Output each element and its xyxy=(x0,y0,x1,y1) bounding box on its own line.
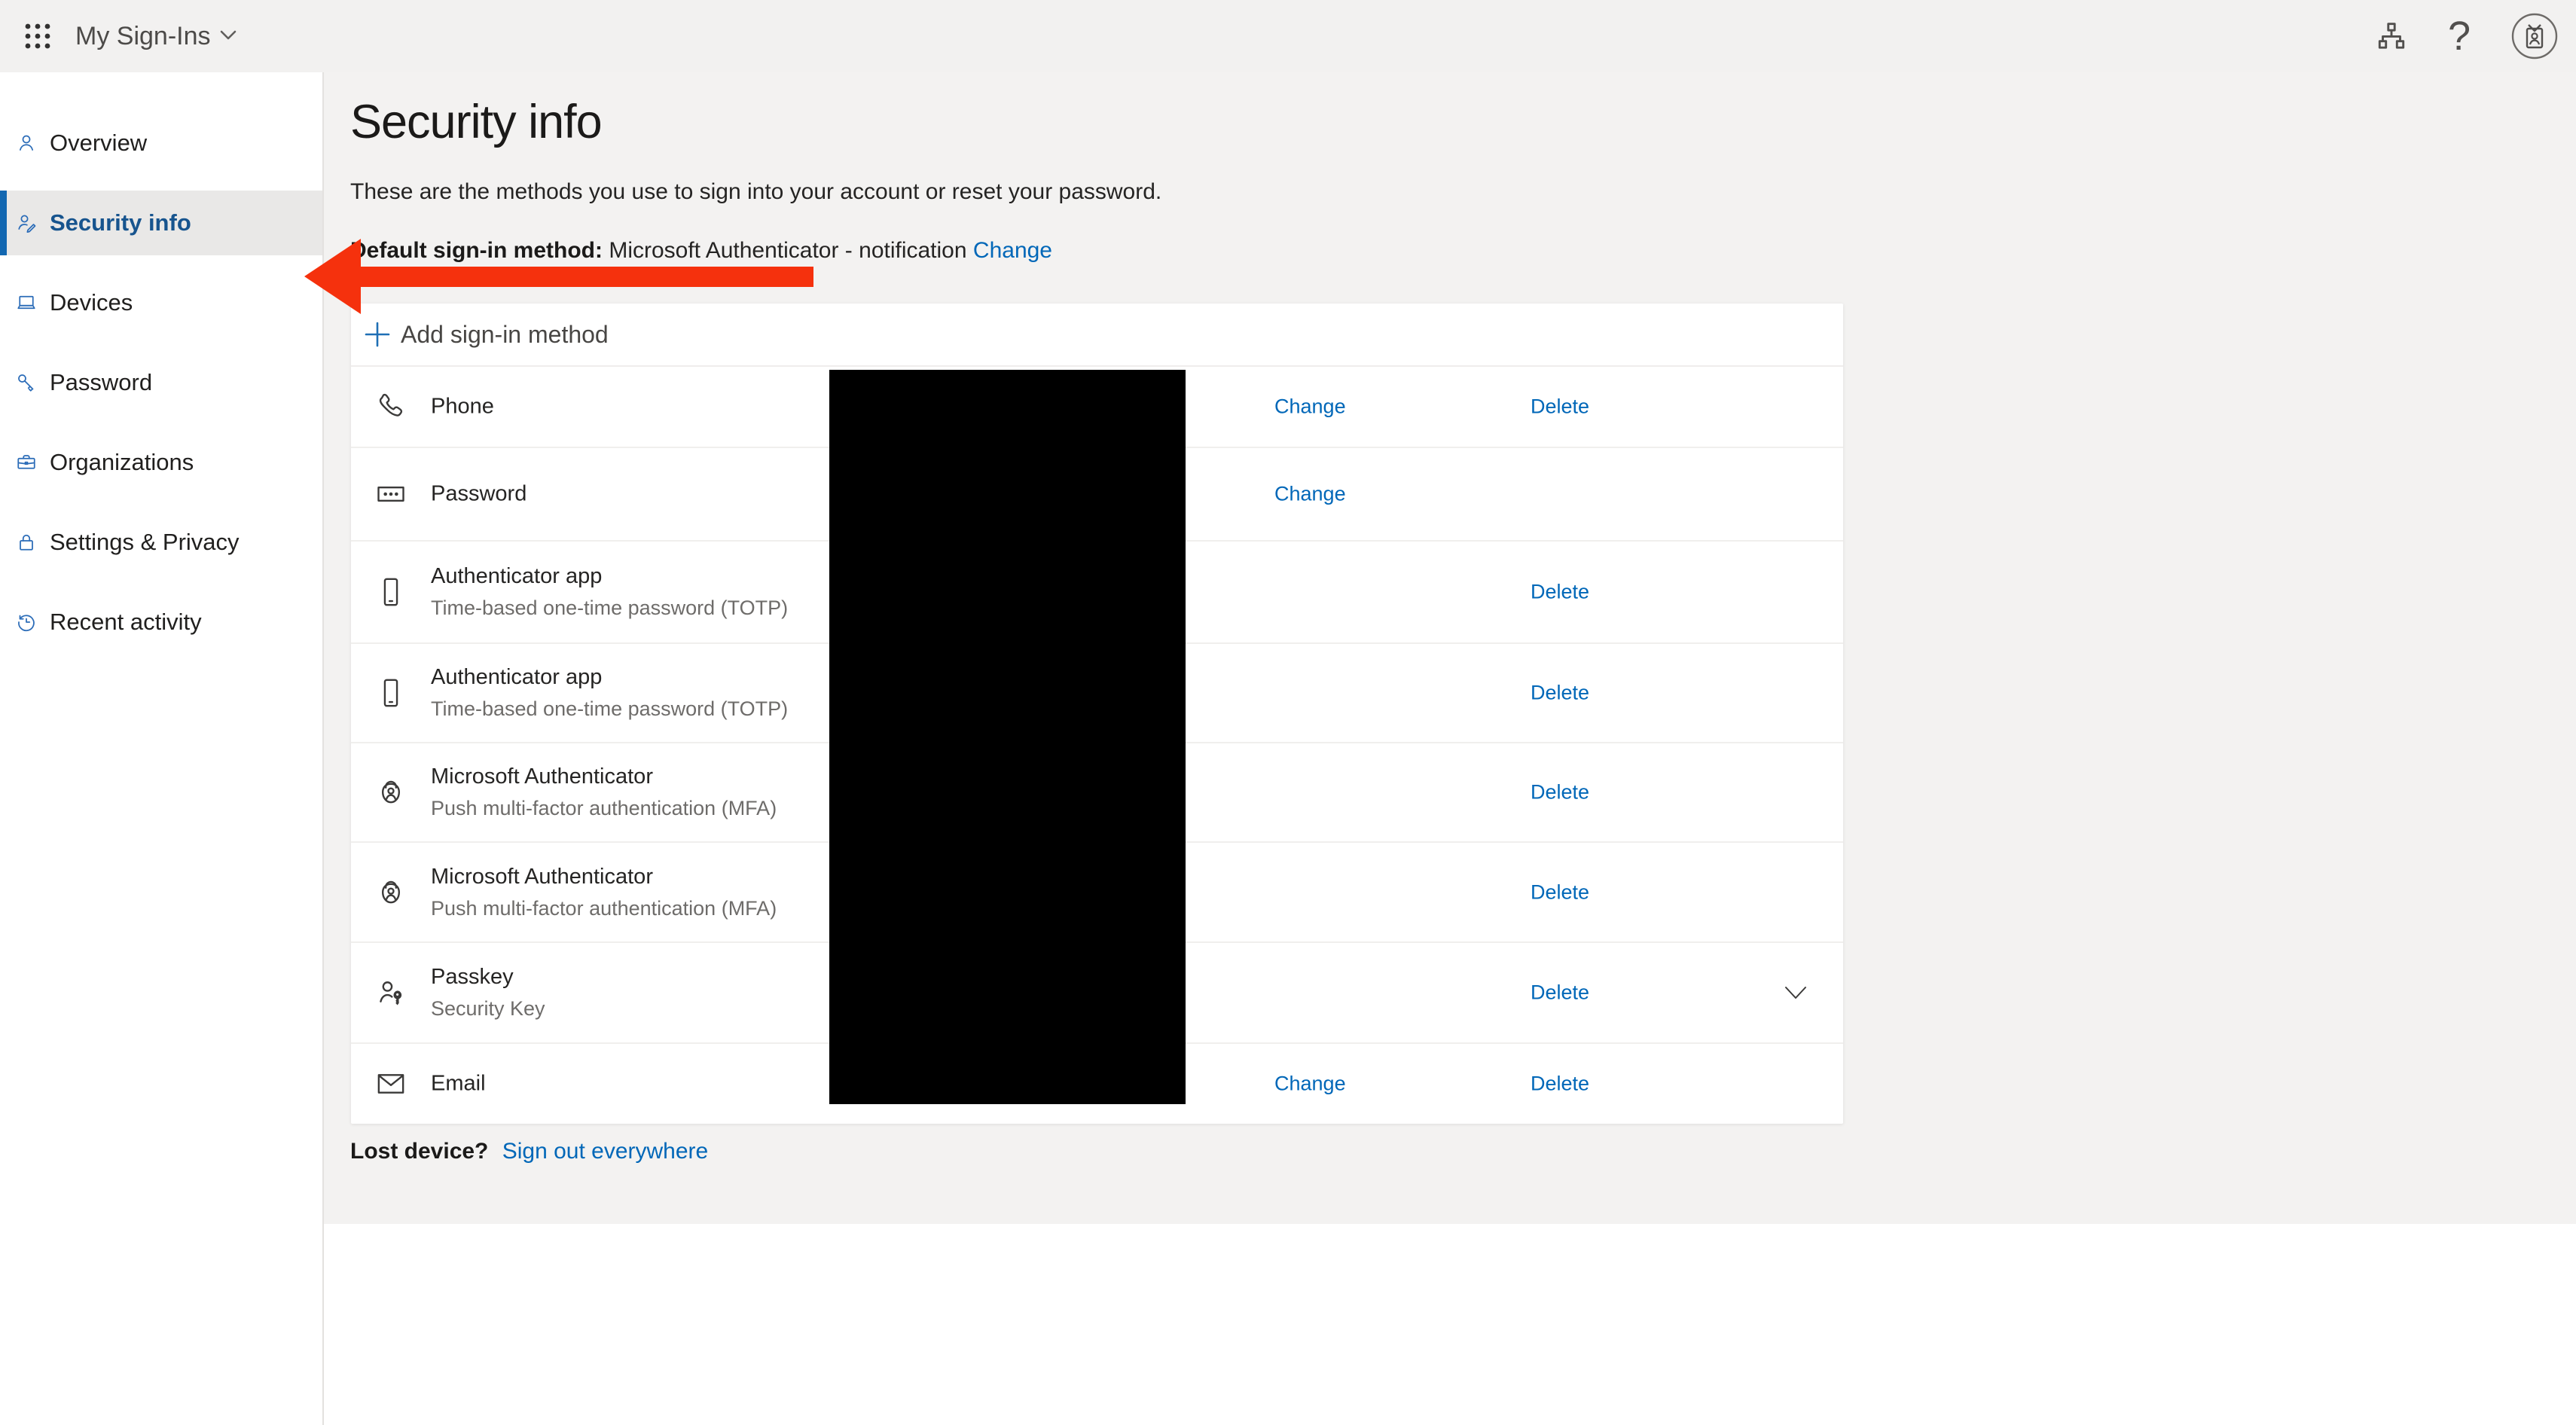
help-icon[interactable]: ? xyxy=(2425,0,2493,72)
delete-link[interactable]: Delete xyxy=(1531,781,1589,804)
person-icon xyxy=(15,132,38,154)
default-signin-value: Microsoft Authenticator - notification xyxy=(609,238,966,263)
plus-icon xyxy=(364,321,391,348)
top-bar: My Sign-Ins ? xyxy=(0,0,2576,72)
sidebar-item-label: Security info xyxy=(50,209,191,236)
chevron-down-icon[interactable] xyxy=(217,27,240,46)
laptop-icon xyxy=(15,291,38,314)
page-subtitle: These are the methods you use to sign in… xyxy=(350,179,1161,205)
sidebar-nav: Overview Security info Devices Password … xyxy=(0,111,322,655)
page-title: Security info xyxy=(350,95,602,149)
mobile-phone-icon xyxy=(374,542,407,642)
lost-device-line: Lost device? Sign out everywhere xyxy=(350,1139,708,1164)
sidebar-item-devices[interactable]: Devices xyxy=(0,270,322,335)
main-content: Security info These are the methods you … xyxy=(324,72,2576,1224)
help-glyph: ? xyxy=(2448,16,2471,56)
mobile-phone-icon xyxy=(374,644,407,742)
sidebar-item-recent-activity[interactable]: Recent activity xyxy=(0,590,322,655)
default-signin-label: Default sign-in method: xyxy=(350,238,603,263)
sidebar-item-label: Overview xyxy=(50,130,147,157)
account-badge-icon[interactable] xyxy=(2493,0,2576,72)
method-name: Authenticator app xyxy=(431,562,788,591)
default-signin-change-link[interactable]: Change xyxy=(973,238,1052,263)
phone-icon xyxy=(374,367,407,447)
email-icon xyxy=(374,1044,407,1124)
sign-out-everywhere-link[interactable]: Sign out everywhere xyxy=(502,1139,709,1164)
add-signin-method-label: Add sign-in method xyxy=(401,321,609,349)
method-name: Microsoft Authenticator xyxy=(431,762,777,792)
delete-link[interactable]: Delete xyxy=(1531,581,1589,604)
sidebar-item-label: Settings & Privacy xyxy=(50,529,240,556)
sidebar-item-label: Password xyxy=(50,369,152,396)
app-launcher-icon[interactable] xyxy=(21,20,54,53)
sidebar-item-security-info[interactable]: Security info xyxy=(0,191,322,255)
method-name: Password xyxy=(431,479,526,508)
person-edit-icon xyxy=(15,212,38,234)
change-link[interactable]: Change xyxy=(1274,395,1346,419)
app-title[interactable]: My Sign-Ins xyxy=(75,0,211,72)
method-subtitle: Security Key xyxy=(431,995,545,1022)
sidebar-item-password[interactable]: Password xyxy=(0,350,322,415)
change-link[interactable]: Change xyxy=(1274,483,1346,506)
expand-chevron-icon[interactable] xyxy=(1779,976,1812,1009)
passkey-icon xyxy=(374,943,407,1042)
sidebar: Overview Security info Devices Password … xyxy=(0,72,324,1425)
sidebar-item-organizations[interactable]: Organizations xyxy=(0,430,322,495)
default-signin-line: Default sign-in method: Microsoft Authen… xyxy=(350,238,1052,264)
history-icon xyxy=(15,611,38,633)
org-switcher-icon[interactable] xyxy=(2358,0,2425,72)
lock-icon xyxy=(15,531,38,554)
redaction-box xyxy=(829,370,1186,1104)
password-icon xyxy=(374,448,407,540)
method-subtitle: Time-based one-time password (TOTP) xyxy=(431,695,788,722)
sidebar-item-label: Recent activity xyxy=(50,609,202,636)
sidebar-item-label: Devices xyxy=(50,289,133,316)
change-link[interactable]: Change xyxy=(1274,1073,1346,1096)
briefcase-icon xyxy=(15,451,38,474)
sidebar-item-overview[interactable]: Overview xyxy=(0,111,322,175)
sidebar-item-label: Organizations xyxy=(50,449,194,476)
method-name: Passkey xyxy=(431,963,545,992)
microsoft-authenticator-icon xyxy=(374,843,407,941)
sidebar-item-settings-privacy[interactable]: Settings & Privacy xyxy=(0,510,322,575)
method-subtitle: Push multi-factor authentication (MFA) xyxy=(431,895,777,922)
delete-link[interactable]: Delete xyxy=(1531,880,1589,904)
lost-device-label: Lost device? xyxy=(350,1139,488,1164)
method-name: Microsoft Authenticator xyxy=(431,862,777,892)
delete-link[interactable]: Delete xyxy=(1531,981,1589,1005)
delete-link[interactable]: Delete xyxy=(1531,395,1589,419)
method-subtitle: Push multi-factor authentication (MFA) xyxy=(431,795,777,822)
method-name: Authenticator app xyxy=(431,663,788,692)
method-subtitle: Time-based one-time password (TOTP) xyxy=(431,594,788,621)
add-signin-method-button[interactable]: Add sign-in method xyxy=(351,304,1843,367)
key-icon xyxy=(15,371,38,394)
method-name: Email xyxy=(431,1069,486,1098)
microsoft-authenticator-icon xyxy=(374,743,407,841)
method-name: Phone xyxy=(431,392,494,421)
delete-link[interactable]: Delete xyxy=(1531,682,1589,705)
delete-link[interactable]: Delete xyxy=(1531,1073,1589,1096)
